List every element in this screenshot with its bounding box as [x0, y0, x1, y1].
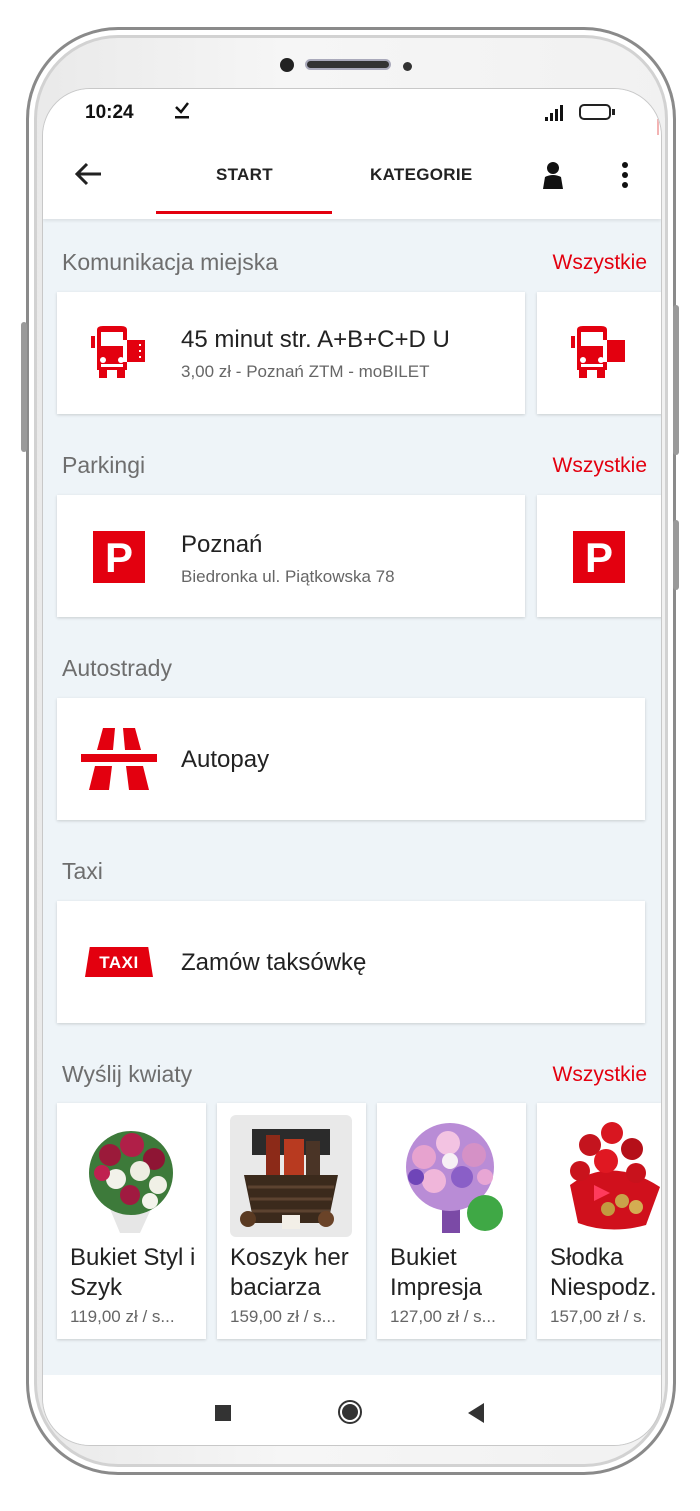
flower-item-price: 159,00 zł / s... — [230, 1307, 336, 1326]
power-button-lower — [673, 520, 679, 590]
tab-start[interactable]: START — [216, 165, 273, 185]
download-done-icon — [173, 99, 191, 127]
front-sensor — [403, 62, 412, 71]
transport-ticket-card-next[interactable] — [537, 292, 661, 414]
parking-card[interactable]: P Poznań Biedronka ul. Piątkowska 78 — [57, 495, 525, 617]
active-tab-indicator — [156, 211, 332, 214]
bus-ticket-icon — [567, 326, 629, 385]
nav-back-icon[interactable] — [468, 1403, 484, 1423]
flower-item-card[interactable]: Koszyk her baciarza 159,00 zł / s... — [217, 1103, 366, 1339]
power-button-upper — [673, 305, 679, 455]
bus-ticket-icon — [87, 326, 149, 385]
recent-apps-icon[interactable] — [215, 1405, 231, 1421]
flower-item-price: 157,00 zł / s. — [550, 1307, 647, 1326]
see-all-parking-link[interactable]: Wszystkie — [553, 454, 648, 478]
section-title-transport: Komunikacja miejska — [62, 249, 279, 275]
highway-icon — [81, 728, 157, 795]
flower-item-price: 127,00 zł / s... — [390, 1307, 496, 1326]
parking-card-next[interactable]: P — [537, 495, 661, 617]
earpiece-speaker — [305, 59, 391, 70]
see-all-flowers-link[interactable]: Wszystkie — [553, 1063, 648, 1087]
status-time: 10:24 — [85, 102, 134, 123]
flower-item-card[interactable]: Bukiet Impresja 127,00 zł / s... — [377, 1103, 526, 1339]
flower-item-card[interactable]: Bukiet Styl i Szyk 119,00 zł / s... — [57, 1103, 206, 1339]
back-arrow-icon[interactable] — [73, 159, 103, 189]
transport-ticket-title: 45 minut str. A+B+C+D U — [181, 326, 450, 353]
section-title-taxi: Taxi — [62, 858, 103, 884]
transport-ticket-subtitle: 3,00 zł - Poznań ZTM - moBILET — [181, 362, 430, 381]
app-screen: 10:24 START KATEGORIE Komunikacja miejsk… — [42, 88, 662, 1446]
signal-icon — [545, 103, 571, 126]
transport-ticket-card[interactable]: 45 minut str. A+B+C+D U 3,00 zł - Poznań… — [57, 292, 525, 414]
taxi-card[interactable]: TAXI Zamów taksówkę — [57, 901, 645, 1023]
autopay-card[interactable]: Autopay — [57, 698, 645, 820]
flower-item-name: Bukiet Impresja — [390, 1244, 483, 1301]
autopay-title: Autopay — [181, 746, 270, 773]
taxi-badge-icon: TAXI — [85, 947, 153, 977]
battery-icon — [579, 104, 611, 120]
flower-item-name: Słodka Niespodz. — [550, 1244, 657, 1301]
flower-item-price: 119,00 zł / s... — [70, 1307, 175, 1326]
see-all-transport-link[interactable]: Wszystkie — [553, 251, 648, 275]
more-vert-icon[interactable] — [621, 161, 629, 194]
flower-item-name: Koszyk her baciarza — [230, 1244, 349, 1301]
volume-button — [21, 322, 27, 452]
parking-subtitle: Biedronka ul. Piątkowska 78 — [181, 567, 395, 586]
parking-title: Poznań — [181, 531, 263, 558]
tab-kategorie[interactable]: KATEGORIE — [370, 165, 473, 185]
gift-basket-image — [230, 1115, 352, 1237]
battery-tip — [612, 109, 615, 115]
front-camera — [280, 58, 294, 72]
flower-bouquet-image — [70, 1115, 192, 1237]
parking-p-icon: P — [573, 531, 625, 583]
roses-chocolates-image — [550, 1115, 661, 1237]
flower-item-name: Bukiet Styl i Szyk — [70, 1244, 196, 1301]
section-title-flowers: Wyślij kwiaty — [62, 1061, 193, 1087]
taxi-title: Zamów taksówkę — [181, 949, 367, 976]
home-icon-inner — [342, 1404, 358, 1420]
flower-bouquet-image — [390, 1115, 512, 1237]
notification-marker — [657, 119, 659, 135]
section-title-parking: Parkingi — [62, 452, 146, 478]
parking-p-icon: P — [93, 531, 145, 583]
section-title-highways: Autostrady — [62, 655, 172, 681]
top-app-bar: 10:24 START KATEGORIE — [43, 89, 661, 219]
profile-icon[interactable] — [541, 161, 565, 194]
flower-item-card[interactable]: Słodka Niespodz. 157,00 zł / s. — [537, 1103, 661, 1339]
